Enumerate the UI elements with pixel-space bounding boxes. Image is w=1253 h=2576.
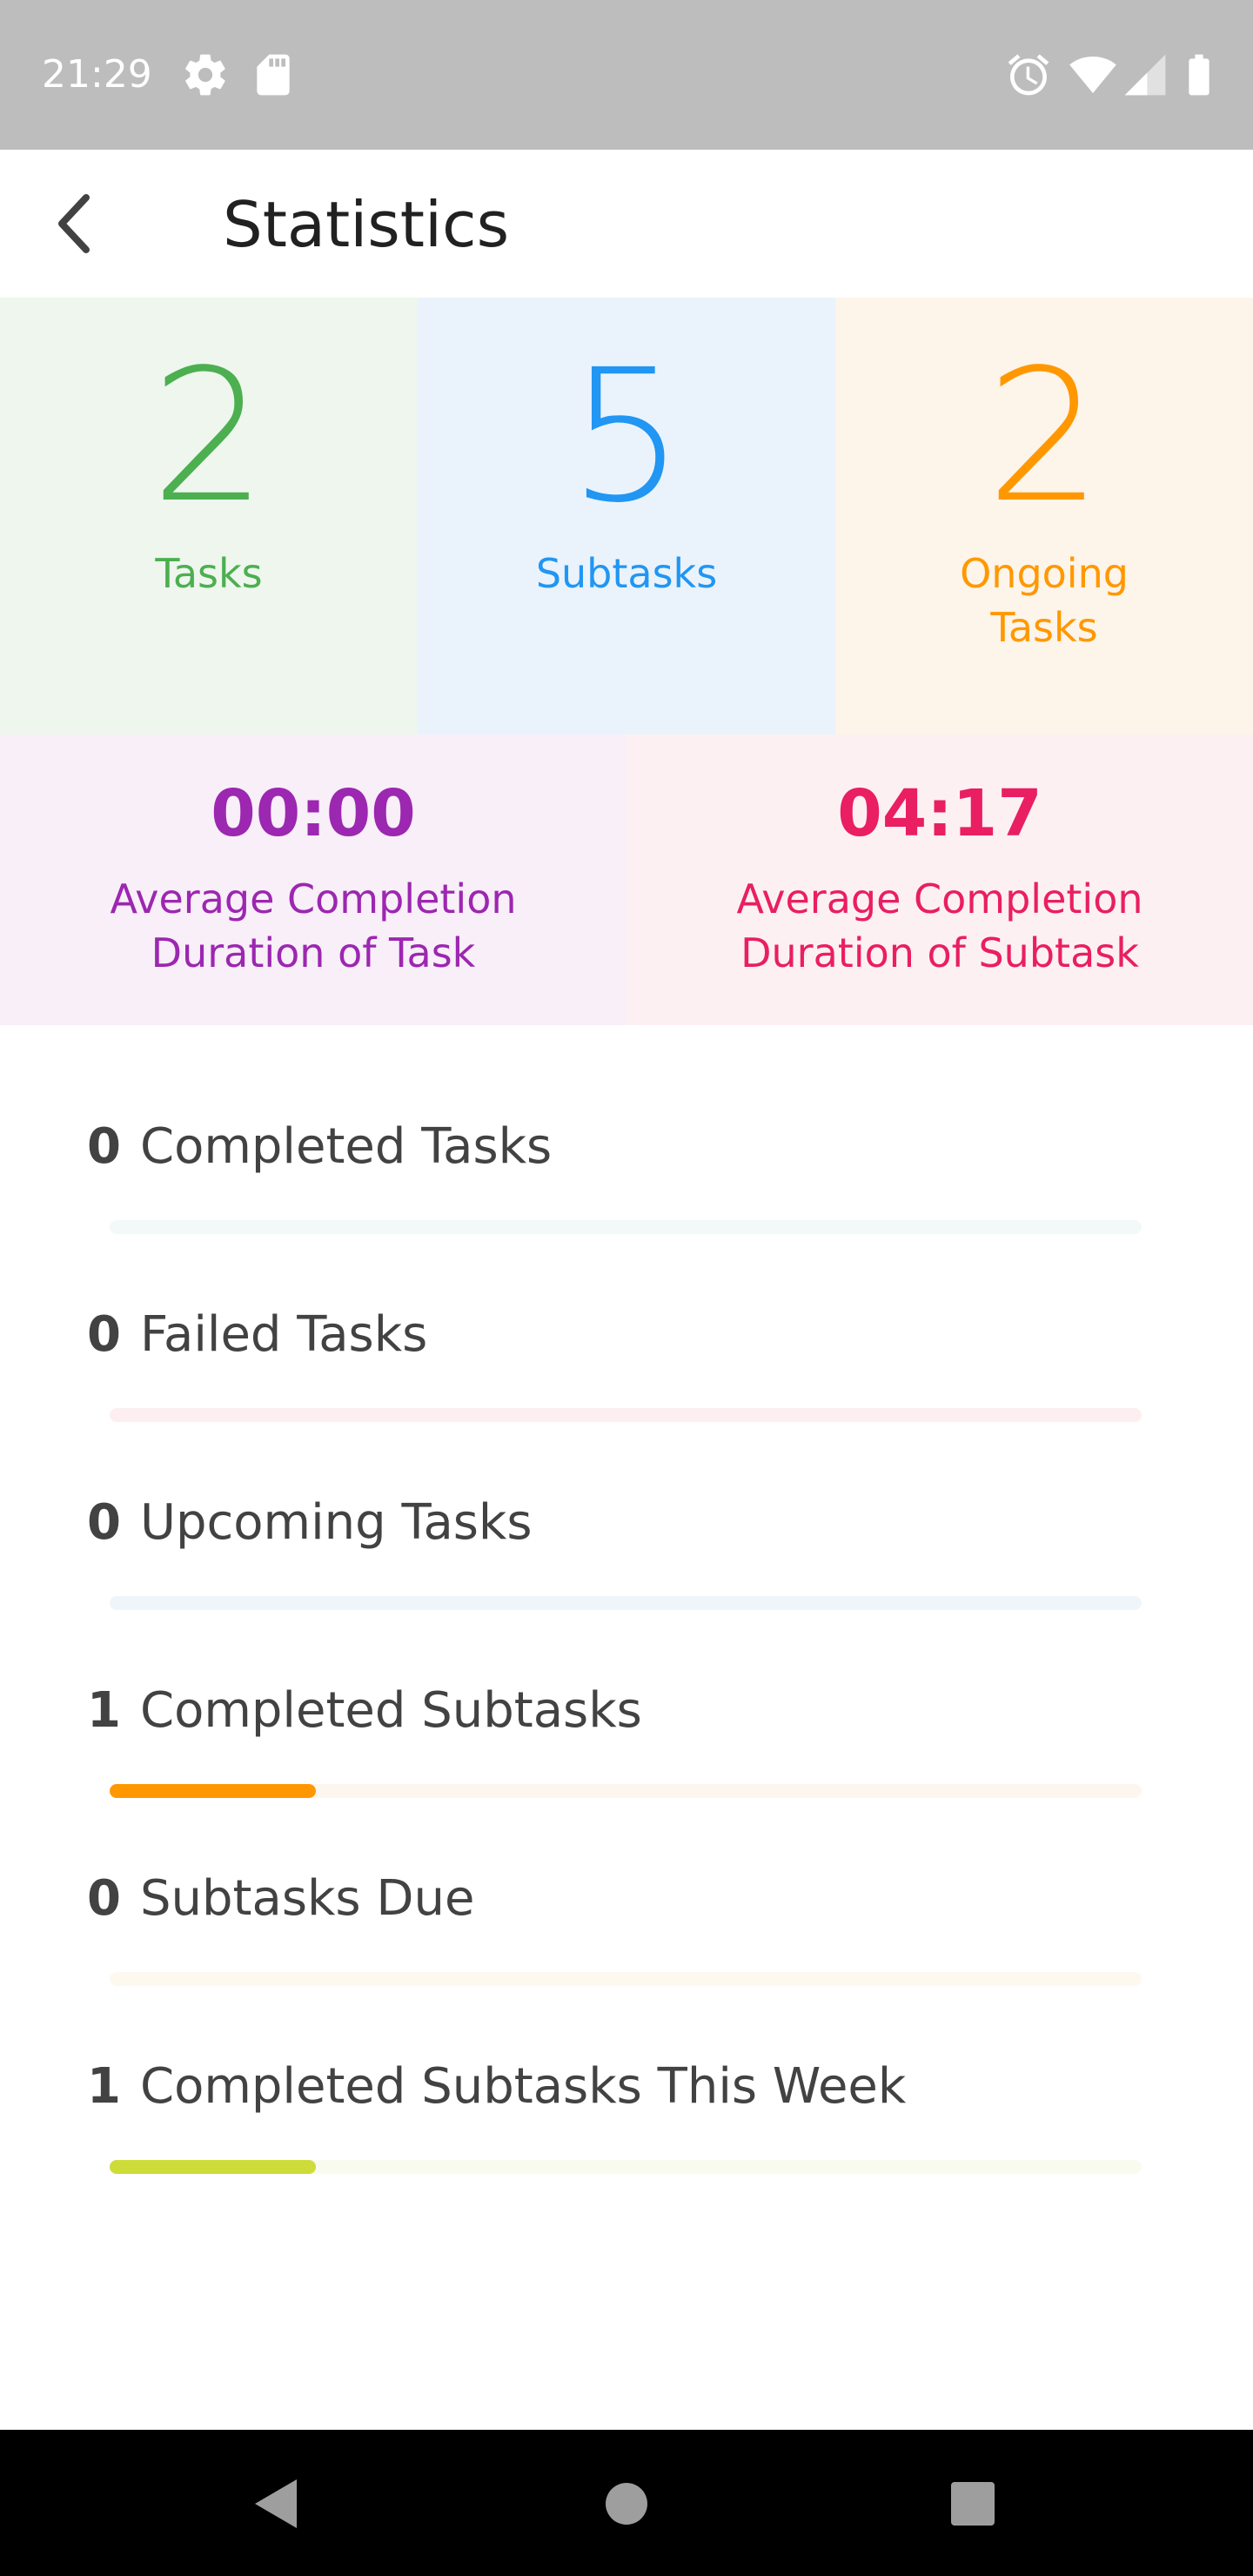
ongoing-tasks-stat-card: 2 Ongoing Tasks <box>835 298 1253 735</box>
subtasks-due-item: 0 Subtasks Due <box>0 1866 1253 2023</box>
wifi-icon <box>1069 57 1116 93</box>
completed-subtasks-item: 1 Completed Subtasks <box>0 1678 1253 1835</box>
status-bar: 21:29 <box>0 0 1253 150</box>
progress-label: Completed Subtasks <box>139 1682 642 1739</box>
ongoing-tasks-count: 2 <box>986 330 1102 543</box>
page-title: Statistics <box>223 188 510 261</box>
gear-icon <box>185 54 225 96</box>
progress-track <box>110 2160 1142 2174</box>
progress-label: Completed Subtasks This Week <box>139 2058 907 2115</box>
subtask-duration-card: 04:17 Average Completion Duration of Sub… <box>626 735 1253 1025</box>
subtask-duration-value: 04:17 <box>837 776 1042 851</box>
progress-count: 0 <box>87 1306 121 1363</box>
back-button[interactable] <box>35 184 113 263</box>
progress-label: Upcoming Tasks <box>139 1494 533 1551</box>
progress-count: 0 <box>87 1118 121 1175</box>
nav-home-button[interactable] <box>587 2465 666 2543</box>
progress-track <box>110 1408 1142 1422</box>
app-bar: Statistics <box>0 150 1253 298</box>
failed-tasks-item: 0 Failed Tasks <box>0 1302 1253 1459</box>
progress-count: 0 <box>87 1494 121 1551</box>
task-duration-label: Average Completion Duration of Task <box>110 875 517 976</box>
tasks-label: Tasks <box>155 550 263 597</box>
progress-count: 1 <box>87 2058 121 2115</box>
progress-fill <box>110 1784 317 1798</box>
alarm-icon <box>1008 54 1049 96</box>
battery-icon <box>1189 54 1209 96</box>
home-circle-icon <box>606 2483 647 2525</box>
tasks-stat-card: 2 Tasks <box>0 298 418 735</box>
upcoming-tasks-item: 0 Upcoming Tasks <box>0 1490 1253 1647</box>
nav-recents-button[interactable] <box>934 2465 1012 2543</box>
subtasks-stat-card: 5 Subtasks <box>418 298 835 735</box>
navigation-bar <box>0 2430 1253 2576</box>
progress-count: 0 <box>87 1870 121 1927</box>
progress-label: Completed Tasks <box>139 1118 553 1175</box>
completed-tasks-item: 0 Completed Tasks <box>0 1114 1253 1271</box>
progress-count: 1 <box>87 1682 121 1739</box>
ongoing-tasks-label: Ongoing Tasks <box>960 550 1129 651</box>
progress-track <box>110 1784 1142 1798</box>
progress-track <box>110 1220 1142 1234</box>
subtasks-count: 5 <box>568 330 685 543</box>
progress-track <box>110 1596 1142 1610</box>
back-arrow-icon <box>58 194 90 253</box>
progress-fill <box>110 2160 317 2174</box>
progress-label: Failed Tasks <box>139 1306 428 1363</box>
subtask-duration-label: Average Completion Duration of Subtask <box>736 875 1143 976</box>
duration-stats: 00:00 Average Completion Duration of Tas… <box>0 735 1253 1025</box>
recents-square-icon <box>951 2482 995 2526</box>
summary-stats: 2 Tasks 5 Subtasks 2 Ongoing Tasks <box>0 298 1253 735</box>
status-time: 21:29 <box>42 52 152 97</box>
progress-label: Subtasks Due <box>139 1870 475 1927</box>
nav-back-button[interactable] <box>237 2465 315 2543</box>
task-duration-card: 00:00 Average Completion Duration of Tas… <box>0 735 626 1025</box>
tasks-count: 2 <box>151 330 267 543</box>
completed-subtasks-this-week-item: 1 Completed Subtasks This Week <box>0 2054 1253 2210</box>
signal-icon <box>1124 54 1166 96</box>
task-duration-value: 00:00 <box>211 776 416 851</box>
progress-track <box>110 1972 1142 1986</box>
subtasks-label: Subtasks <box>535 550 718 597</box>
back-triangle-icon <box>255 2479 297 2528</box>
sd-card-icon <box>257 54 290 96</box>
